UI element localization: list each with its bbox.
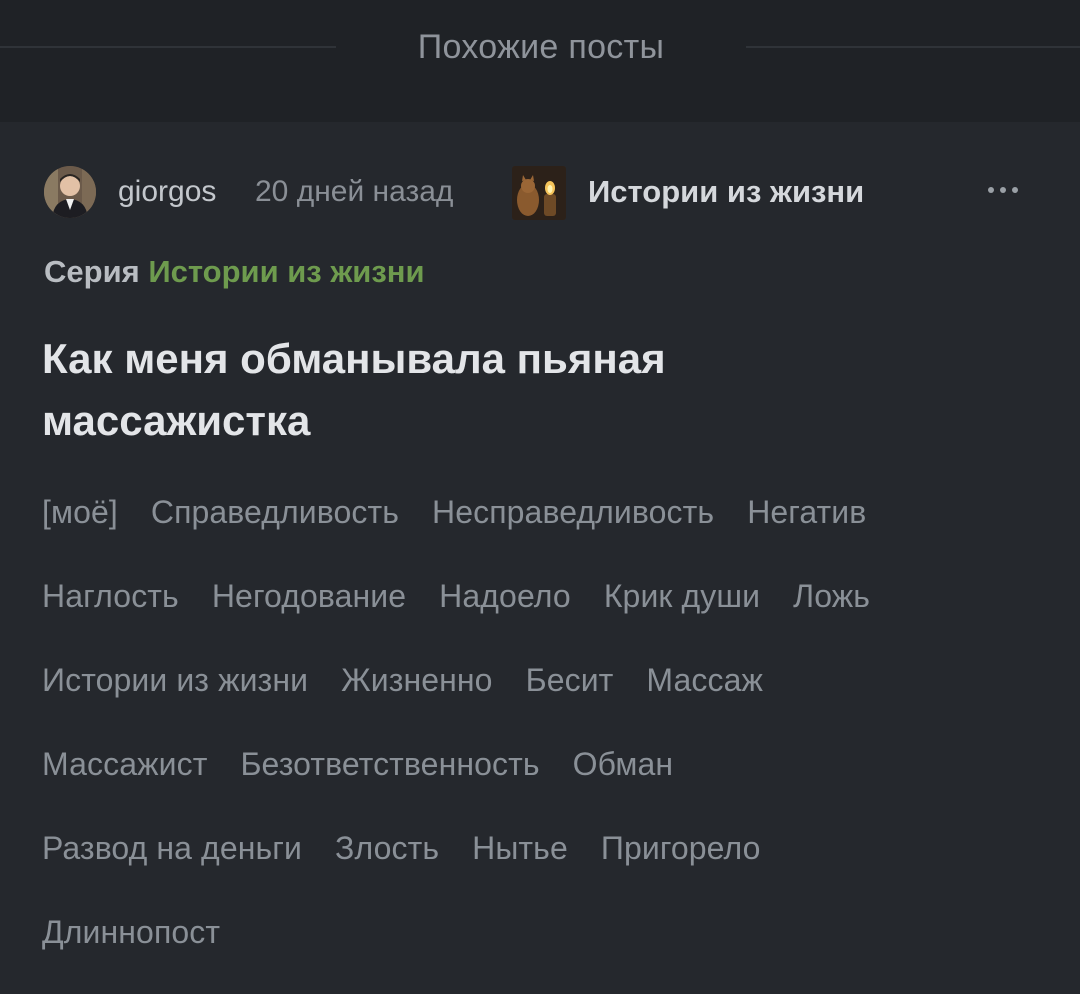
tag[interactable]: Развод на деньги [42, 820, 302, 876]
tag[interactable]: Бесит [526, 652, 614, 708]
tag[interactable]: Истории из жизни [42, 652, 308, 708]
post-time: 20 дней назад [255, 175, 454, 208]
more-options-button[interactable] [978, 170, 1028, 210]
section-header: Похожие посты [0, 0, 1080, 96]
tag[interactable]: Надоело [439, 568, 571, 624]
tag[interactable]: Массажист [42, 736, 207, 792]
more-dot [1000, 187, 1006, 193]
tag[interactable]: Негатив [747, 484, 866, 540]
post-meta: giorgos 20 дней назад Истории из жизни [44, 164, 1034, 220]
tag[interactable]: Наглость [42, 568, 179, 624]
tag-row: Наглость Негодование Надоело Крик души Л… [42, 568, 1042, 652]
tag[interactable]: Несправедливость [432, 484, 714, 540]
tag[interactable]: Пригорело [601, 820, 761, 876]
more-horizontal-icon [988, 187, 994, 193]
more-dot [1012, 187, 1018, 193]
series-row: Серия Истории из жизни [44, 252, 425, 292]
tag[interactable]: Крик души [604, 568, 760, 624]
tag[interactable]: Жизненно [341, 652, 493, 708]
tag-row: Массажист Безответственность Обман [42, 736, 1042, 820]
section-title: Похожие посты [417, 28, 665, 66]
author-name[interactable]: giorgos [118, 174, 216, 210]
tag[interactable]: Длиннопост [42, 904, 220, 960]
tag[interactable]: Злость [335, 820, 439, 876]
section-divider-left [0, 46, 336, 48]
tag[interactable]: Нытье [472, 820, 568, 876]
community-name[interactable]: Истории из жизни [588, 174, 864, 210]
post-title[interactable]: Как меня обманывала пьяная массажистка [42, 328, 762, 452]
tag-row: [моё] Справедливость Несправедливость Не… [42, 484, 1042, 568]
tag[interactable]: Ложь [793, 568, 870, 624]
tag-row: Длиннопост [42, 904, 1042, 988]
community-avatar[interactable] [512, 166, 566, 220]
similar-posts-page: Похожие посты giorgos 20 дней назад Исто… [0, 0, 1080, 994]
tag[interactable]: Справедливость [151, 484, 399, 540]
author-avatar[interactable] [44, 166, 96, 218]
post-card[interactable]: giorgos 20 дней назад Истории из жизни С… [0, 122, 1080, 994]
tag-row: Истории из жизни Жизненно Бесит Массаж [42, 652, 1042, 736]
tag[interactable]: [моё] [42, 484, 118, 540]
tag[interactable]: Негодование [212, 568, 406, 624]
section-divider-right [746, 46, 1080, 48]
tag[interactable]: Безответственность [240, 736, 539, 792]
tag[interactable]: Массаж [646, 652, 763, 708]
tag-list: [моё] Справедливость Несправедливость Не… [42, 484, 1042, 988]
series-label: Серия [44, 254, 140, 289]
tag[interactable]: Обман [573, 736, 673, 792]
series-link[interactable]: Истории из жизни [148, 254, 424, 289]
tag-row: Развод на деньги Злость Нытье Пригорело [42, 820, 1042, 904]
